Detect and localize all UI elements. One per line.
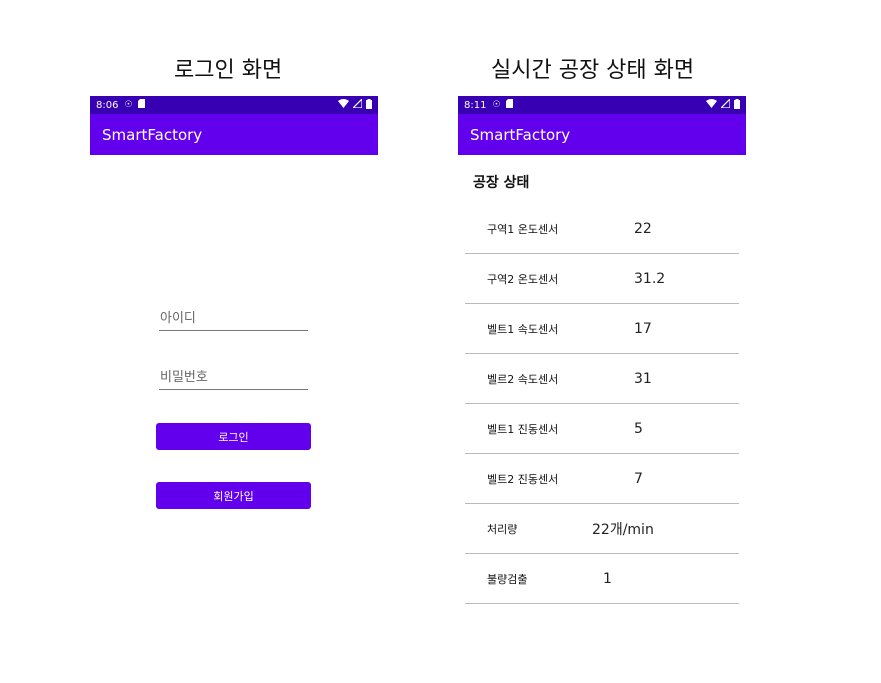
status-icons xyxy=(706,97,740,112)
password-input[interactable]: 비밀번호 xyxy=(159,364,308,390)
app-title: SmartFactory xyxy=(470,125,571,144)
id-input[interactable]: 아이디 xyxy=(159,305,308,331)
row-label: 불량검출 xyxy=(487,572,528,586)
app-bar: SmartFactory xyxy=(90,114,378,155)
status-screen-caption: 실시간 공장 상태 화면 xyxy=(491,58,695,83)
signup-button[interactable]: 회원가입 xyxy=(156,482,311,509)
battery-icon xyxy=(366,98,372,112)
status-row: 벨트2 진동센서 7 xyxy=(465,454,739,504)
app-title: SmartFactory xyxy=(102,125,203,144)
signup-button-label: 회원가입 xyxy=(213,489,254,503)
battery-icon xyxy=(734,98,740,112)
row-value: 1 xyxy=(603,570,612,587)
row-value: 31.2 xyxy=(634,270,666,287)
row-value: 5 xyxy=(634,420,643,437)
status-row: 불량검출 1 xyxy=(465,554,739,604)
signal-icon xyxy=(719,97,731,111)
wifi-icon xyxy=(706,99,717,111)
status-time: 8:11 xyxy=(464,99,487,111)
password-placeholder: 비밀번호 xyxy=(160,370,208,385)
status-time: 8:06 xyxy=(96,99,119,111)
row-value: 17 xyxy=(634,320,652,337)
status-row: 벨트1 속도센서 17 xyxy=(465,304,739,354)
row-value: 7 xyxy=(634,470,643,487)
status-bar: 8:11 ☉ xyxy=(458,96,746,114)
status-icons xyxy=(338,97,372,112)
row-label: 벨트1 진동센서 xyxy=(487,422,559,436)
app-bar: SmartFactory xyxy=(458,114,746,155)
login-button[interactable]: 로그인 xyxy=(156,423,311,450)
status-row: 벨트1 진동센서 5 xyxy=(465,404,739,454)
status-row: 벨르2 속도센서 31 xyxy=(465,354,739,404)
status-row: 구역2 온도센서 31.2 xyxy=(465,254,739,304)
sd-card-icon xyxy=(137,99,145,111)
status-row: 구역1 온도센서 22 xyxy=(465,204,739,254)
row-label: 벨르2 속도센서 xyxy=(487,372,559,386)
section-title: 공장 상태 xyxy=(473,175,530,191)
data-saver-icon: ☉ xyxy=(492,100,501,110)
row-value: 22개/min xyxy=(592,521,654,538)
row-label: 처리량 xyxy=(487,522,518,536)
row-label: 벨트2 진동센서 xyxy=(487,472,559,486)
data-saver-icon: ☉ xyxy=(124,100,133,110)
id-placeholder: 아이디 xyxy=(160,311,196,326)
signal-icon xyxy=(351,97,363,111)
status-phone: 8:11 ☉ SmartFactory 공장 상태 구역1 온도센서 22 구역… xyxy=(458,96,746,616)
row-value: 22 xyxy=(634,220,652,237)
wifi-icon xyxy=(338,99,349,111)
login-screen-caption: 로그인 화면 xyxy=(174,58,283,83)
row-label: 구역2 온도센서 xyxy=(487,272,559,286)
sd-card-icon xyxy=(505,99,513,111)
status-row: 처리량 22개/min xyxy=(465,504,739,554)
row-label: 벨트1 속도센서 xyxy=(487,322,559,336)
row-value: 31 xyxy=(634,370,652,387)
status-bar: 8:06 ☉ xyxy=(90,96,378,114)
login-button-label: 로그인 xyxy=(218,430,249,444)
login-phone: 8:06 ☉ SmartFactory 아이디 비밀번호 로그인 회원가입 xyxy=(90,96,378,536)
row-label: 구역1 온도센서 xyxy=(487,222,559,236)
